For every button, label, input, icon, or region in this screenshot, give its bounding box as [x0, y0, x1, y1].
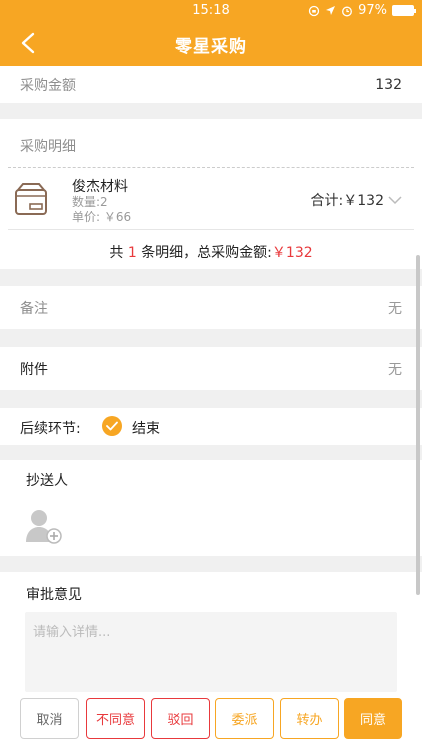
- transfer-button[interactable]: 转办: [280, 698, 339, 739]
- agree-button[interactable]: 同意: [344, 698, 402, 739]
- summary-amount: ￥132: [271, 245, 313, 261]
- summary-prefix: 共: [109, 245, 124, 261]
- alarm-icon: [342, 6, 353, 16]
- attachment-value: 无: [388, 362, 402, 378]
- next-step-option-label: 结束: [132, 421, 160, 437]
- checkmark-icon: [106, 421, 118, 431]
- opinion-label: 审批意见: [26, 587, 82, 603]
- status-bar: 15:18 97%: [0, 0, 422, 22]
- location-icon: [326, 6, 336, 15]
- next-step-section: 后续环节: 结束: [0, 408, 422, 445]
- detail-label: 采购明细: [20, 139, 76, 155]
- page-title: 零星采购: [175, 37, 247, 57]
- status-right: 97%: [308, 3, 416, 18]
- disagree-button[interactable]: 不同意: [86, 698, 145, 739]
- cc-label: 抄送人: [26, 473, 68, 489]
- remark-row[interactable]: 备注 无: [0, 286, 422, 329]
- item-price: 单价: ￥66: [72, 210, 132, 224]
- add-user-icon[interactable]: [24, 506, 64, 546]
- cc-section: 抄送人: [0, 460, 422, 556]
- detail-divider-solid: [8, 229, 414, 230]
- item-total-toggle[interactable]: 合计:￥132: [311, 190, 402, 210]
- next-step-label: 后续环节:: [20, 421, 81, 437]
- attachment-row[interactable]: 附件 无: [0, 347, 422, 390]
- summary-middle: 条明细，总采购金额:: [141, 245, 272, 261]
- chevron-down-icon: [388, 195, 402, 204]
- scrollbar[interactable]: [416, 255, 420, 595]
- attachment-label: 附件: [20, 362, 48, 378]
- battery-icon: [392, 5, 416, 16]
- cancel-button[interactable]: 取消: [20, 698, 79, 739]
- summary-count: 1: [127, 245, 137, 261]
- remark-label: 备注: [20, 301, 48, 317]
- detail-divider: [8, 167, 414, 168]
- delegate-button[interactable]: 委派: [215, 698, 274, 739]
- rotation-lock-icon: [308, 5, 320, 16]
- nav-header: 15:18 97% 零星采购: [0, 0, 422, 66]
- amount-value: 132: [375, 77, 402, 93]
- opinion-input[interactable]: [25, 612, 397, 692]
- battery-percent: 97%: [358, 3, 387, 18]
- remark-value: 无: [388, 301, 402, 317]
- amount-label: 采购金额: [20, 78, 76, 94]
- package-box-icon: [15, 183, 47, 215]
- item-total: 合计:￥132: [310, 193, 384, 209]
- next-step-end-radio[interactable]: [102, 416, 122, 436]
- amount-section: 采购金额 132: [0, 66, 422, 103]
- reject-button[interactable]: 驳回: [151, 698, 210, 739]
- detail-summary: 共 1 条明细，总采购金额:￥132: [0, 242, 422, 262]
